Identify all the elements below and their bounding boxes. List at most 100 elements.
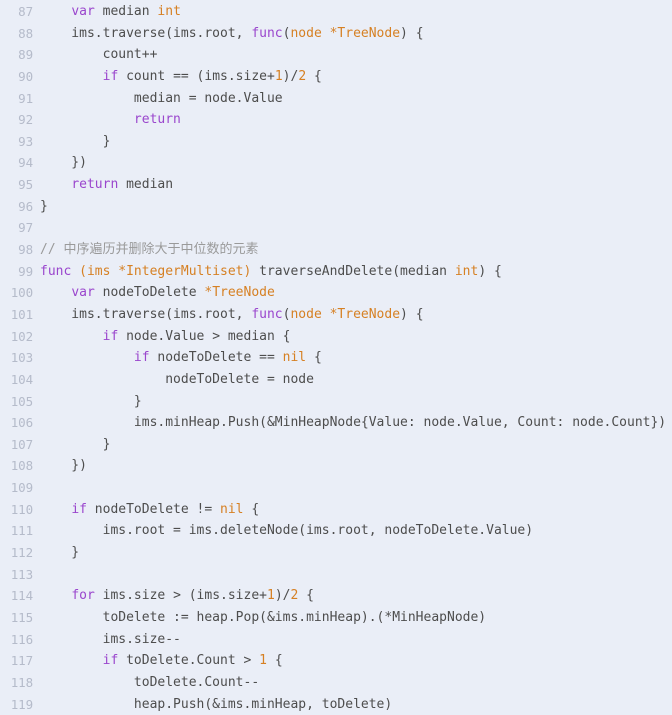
code-line-content[interactable]: ims.minHeap.Push(&MinHeapNode{Value: nod… — [33, 412, 672, 434]
code-viewer[interactable]: 87 var median int88 ims.traverse(ims.roo… — [0, 0, 672, 713]
code-line: 92 return — [0, 109, 672, 131]
code-line-content[interactable]: toDelete.Count-- — [33, 672, 672, 694]
code-line-content[interactable]: ims.traverse(ims.root, func(node *TreeNo… — [33, 23, 672, 45]
code-token: )/ — [275, 588, 291, 603]
code-token: { — [298, 588, 314, 603]
line-number: 104 — [0, 369, 33, 391]
code-line-content[interactable]: if nodeToDelete != nil { — [33, 499, 672, 521]
code-line-content[interactable]: heap.Push(&ims.minHeap, toDelete) — [33, 694, 672, 715]
code-line: 114 for ims.size > (ims.size+1)/2 { — [0, 585, 672, 607]
code-line-content[interactable]: } — [33, 542, 672, 564]
code-line: 93 } — [0, 131, 672, 153]
code-line-content[interactable]: return — [33, 109, 672, 131]
code-line-content[interactable]: } — [33, 434, 672, 456]
code-token — [71, 264, 79, 279]
line-number: 92 — [0, 109, 33, 131]
code-token: median — [95, 4, 158, 19]
code-line-content[interactable]: } — [33, 196, 672, 218]
code-line-content[interactable]: ims.size-- — [33, 629, 672, 651]
code-line: 99func (ims *IntegerMultiset) traverseAn… — [0, 261, 672, 283]
code-line: 106 ims.minHeap.Push(&MinHeapNode{Value:… — [0, 412, 672, 434]
code-line-content[interactable]: if node.Value > median { — [33, 326, 672, 348]
code-line-content[interactable]: // 中序遍历并删除大于中位数的元素 — [33, 239, 672, 261]
code-line-content[interactable]: if count == (ims.size+1)/2 { — [33, 66, 672, 88]
code-line: 102 if node.Value > median { — [0, 326, 672, 348]
code-token — [40, 653, 103, 668]
line-number: 103 — [0, 347, 33, 369]
code-token: for — [71, 588, 94, 603]
line-number: 116 — [0, 629, 33, 651]
line-number: 96 — [0, 196, 33, 218]
code-line: 100 var nodeToDelete *TreeNode — [0, 282, 672, 304]
code-token: var — [71, 285, 94, 300]
code-token: if — [71, 502, 87, 517]
code-token: nodeToDelete = node — [40, 372, 314, 387]
line-number: 95 — [0, 174, 33, 196]
code-line: 111 ims.root = ims.deleteNode(ims.root, … — [0, 520, 672, 542]
code-line-content[interactable]: nodeToDelete = node — [33, 369, 672, 391]
line-number: 101 — [0, 304, 33, 326]
code-token: nodeToDelete != — [87, 502, 220, 517]
code-token — [40, 329, 103, 344]
code-token: }) — [40, 155, 87, 170]
code-line-content[interactable]: count++ — [33, 44, 672, 66]
line-number: 109 — [0, 477, 33, 499]
line-number: 98 — [0, 239, 33, 261]
code-token: node *TreeNode — [290, 307, 400, 322]
code-token — [40, 502, 71, 517]
code-line: 113 — [0, 564, 672, 586]
code-line-content[interactable]: ims.root = ims.deleteNode(ims.root, node… — [33, 520, 672, 542]
line-number: 114 — [0, 585, 33, 607]
code-token: int — [455, 264, 478, 279]
code-line-content[interactable]: median = node.Value — [33, 88, 672, 110]
code-token: ) { — [478, 264, 501, 279]
code-token: { — [244, 502, 260, 517]
code-token: nil — [220, 502, 243, 517]
code-line-content[interactable]: func (ims *IntegerMultiset) traverseAndD… — [33, 261, 672, 283]
code-line-content[interactable]: var nodeToDelete *TreeNode — [33, 282, 672, 304]
code-line-content[interactable]: if nodeToDelete == nil { — [33, 347, 672, 369]
code-line-content[interactable]: ims.traverse(ims.root, func(node *TreeNo… — [33, 304, 672, 326]
code-token: ims.root = ims.deleteNode(ims.root, node… — [40, 523, 533, 538]
code-line-content[interactable]: }) — [33, 455, 672, 477]
code-line-content[interactable]: } — [33, 391, 672, 413]
line-number: 111 — [0, 520, 33, 542]
code-line: 115 toDelete := heap.Pop(&ims.minHeap).(… — [0, 607, 672, 629]
code-line-content[interactable]: }) — [33, 152, 672, 174]
code-token: ims.traverse(ims.root, — [40, 307, 251, 322]
code-token: toDelete.Count > — [118, 653, 259, 668]
code-token: }) — [40, 458, 87, 473]
code-token — [40, 350, 134, 365]
code-line-content[interactable]: toDelete := heap.Pop(&ims.minHeap).(*Min… — [33, 607, 672, 629]
code-line-content[interactable]: for ims.size > (ims.size+1)/2 { — [33, 585, 672, 607]
code-line-content[interactable]: if toDelete.Count > 1 { — [33, 650, 672, 672]
code-token: { — [306, 350, 322, 365]
code-line: 89 count++ — [0, 44, 672, 66]
code-line: 97 — [0, 217, 672, 239]
code-line: 103 if nodeToDelete == nil { — [0, 347, 672, 369]
code-line: 119 heap.Push(&ims.minHeap, toDelete) — [0, 694, 672, 715]
code-token: // 中序遍历并删除大于中位数的元素 — [40, 242, 258, 257]
code-token: ims.traverse(ims.root, — [40, 26, 251, 41]
code-line-content[interactable]: } — [33, 131, 672, 153]
code-token: )/ — [283, 69, 299, 84]
code-token: median = node.Value — [40, 91, 283, 106]
code-token — [40, 112, 134, 127]
line-number: 87 — [0, 1, 33, 23]
code-token: traverseAndDelete(median — [251, 264, 455, 279]
code-token: nodeToDelete — [95, 285, 205, 300]
code-line: 110 if nodeToDelete != nil { — [0, 499, 672, 521]
code-line: 94 }) — [0, 152, 672, 174]
line-number: 88 — [0, 23, 33, 45]
code-token: heap.Push(&ims.minHeap, toDelete) — [40, 697, 392, 712]
code-line-content[interactable]: return median — [33, 174, 672, 196]
code-line-content[interactable]: var median int — [33, 1, 672, 23]
code-token: ims.size-- — [40, 632, 181, 647]
code-token: } — [40, 134, 110, 149]
line-number: 105 — [0, 391, 33, 413]
line-number: 106 — [0, 412, 33, 434]
code-token: if — [103, 69, 119, 84]
code-token: func — [251, 307, 282, 322]
code-token: count == (ims.size+ — [118, 69, 275, 84]
code-line: 112 } — [0, 542, 672, 564]
